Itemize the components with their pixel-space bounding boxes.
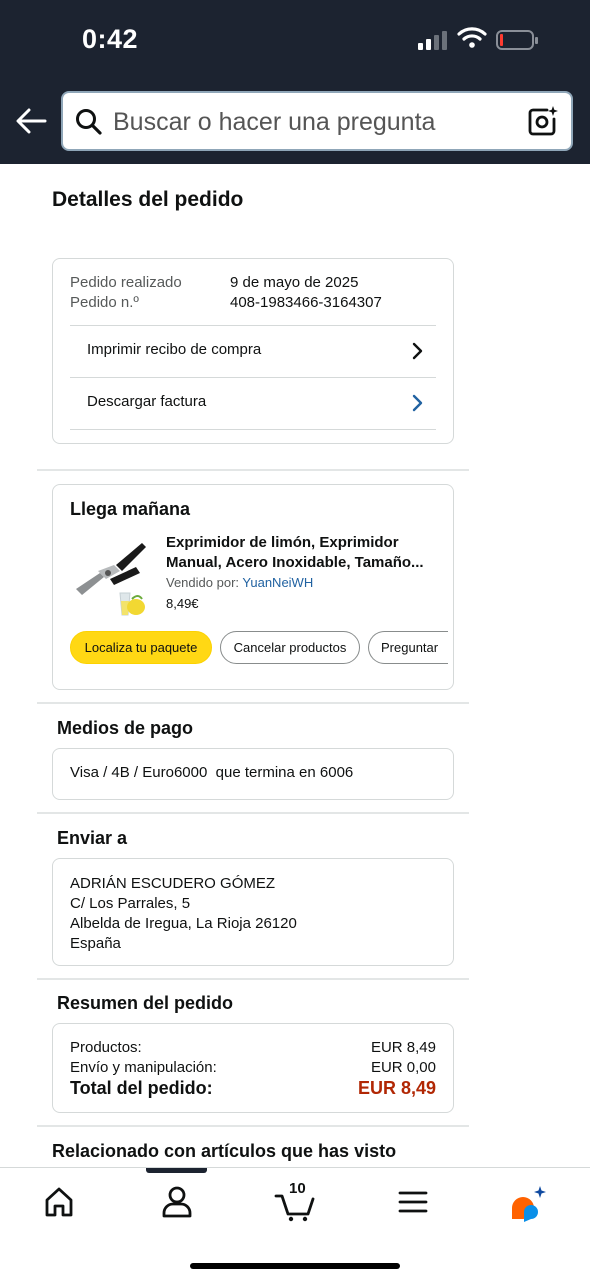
rufus-assistant-icon[interactable] (498, 1182, 558, 1222)
home-icon[interactable] (29, 1182, 89, 1222)
status-bar: 0:42 (0, 0, 590, 80)
download-invoice-label: Descargar factura (87, 393, 207, 410)
seller-link[interactable]: YuanNeiWH (242, 575, 313, 590)
search-input[interactable]: Buscar o hacer una pregunta (61, 91, 573, 151)
products-label: Productos: (70, 1039, 142, 1056)
order-details-content: Detalles del pedido Pedido realizado 9 d… (0, 164, 590, 1167)
bottom-navigation: 10 (0, 1167, 590, 1280)
products-value: EUR 8,49 (370, 1039, 436, 1056)
summary-total-row: Total del pedido: EUR 8,49 (70, 1078, 436, 1099)
cellular-signal-icon (418, 30, 450, 50)
order-number-value: 408-1983466-3164307 (230, 294, 382, 311)
recipient-name: ADRIÁN ESCUDERO GÓMEZ (70, 875, 276, 892)
download-invoice-link[interactable]: Descargar factura (70, 377, 436, 429)
summary-shipping-row: Envío y manipulación: EUR 0,00 (70, 1059, 436, 1076)
search-header: Buscar o hacer una pregunta (0, 80, 590, 164)
sold-by-label: Vendido por: (166, 575, 240, 590)
section-divider (37, 469, 469, 471)
section-divider (37, 812, 469, 814)
address-country: España (70, 935, 121, 952)
related-items-title: Relacionado con artículos que has visto (52, 1141, 397, 1161)
active-tab-indicator (146, 1168, 207, 1173)
payment-method: Visa / 4B / Euro6000 que termina en 6006 (70, 764, 354, 781)
product-image[interactable] (70, 537, 150, 617)
row-divider (70, 429, 436, 430)
product-title-line-2: Manual, Acero Inoxidable, Tamaño... (166, 554, 424, 571)
status-time: 0:42 (82, 24, 139, 54)
product-title-line-1: Exprimidor de limón, Exprimidor (166, 534, 399, 551)
cart-count-badge: 10 (289, 1180, 306, 1197)
summary-title: Resumen del pedido (57, 993, 234, 1013)
address-block: ADRIÁN ESCUDERO GÓMEZ C/ Los Parrales, 5… (70, 874, 297, 954)
shipping-cost-value: EUR 0,00 (370, 1059, 436, 1076)
shipping-title: Enviar a (57, 828, 128, 848)
payment-card: Visa / 4B / Euro6000 que termina en 6006 (52, 748, 454, 800)
print-receipt-link[interactable]: Imprimir recibo de compra (70, 325, 436, 377)
total-label: Total del pedido: (70, 1078, 213, 1098)
back-arrow-icon[interactable] (14, 104, 48, 138)
address-line-2: Albelda de Iregua, La Rioja 26120 (70, 915, 297, 932)
ask-question-button[interactable]: Preguntar (368, 631, 448, 664)
sold-by: Vendido por: YuanNeiWH (166, 575, 313, 590)
order-info-card: Pedido realizado 9 de mayo de 2025 Pedid… (52, 258, 454, 444)
print-receipt-label: Imprimir recibo de compra (87, 341, 262, 358)
product-price: 8,49€ (166, 596, 199, 611)
order-number-label: Pedido n.º (70, 294, 139, 311)
address-line-1: C/ Los Parrales, 5 (70, 895, 191, 912)
total-value: EUR 8,49 (357, 1078, 436, 1098)
page-title: Detalles del pedido (52, 188, 244, 211)
section-divider (37, 1125, 469, 1127)
summary-products-row: Productos: EUR 8,49 (70, 1039, 436, 1056)
order-placed-value: 9 de mayo de 2025 (230, 274, 359, 291)
wifi-icon (457, 27, 487, 48)
payment-title: Medios de pago (57, 718, 194, 738)
shipment-title: Llega mañana (70, 499, 191, 519)
search-placeholder: Buscar o hacer una pregunta (113, 108, 436, 136)
camera-lens-icon[interactable] (527, 105, 559, 137)
chevron-right-icon (412, 394, 423, 412)
track-package-button[interactable]: Localiza tu paquete (70, 631, 212, 664)
order-placed-label: Pedido realizado (70, 274, 182, 291)
home-indicator (190, 1263, 400, 1269)
menu-icon[interactable] (383, 1182, 443, 1222)
battery-icon (496, 30, 538, 50)
section-divider (37, 978, 469, 980)
chevron-right-icon (412, 342, 423, 360)
product-title-link[interactable]: Exprimidor de limón, Exprimidor Manual, … (166, 533, 436, 573)
cancel-items-button[interactable]: Cancelar productos (220, 631, 360, 664)
search-icon (76, 109, 102, 135)
shipping-cost-label: Envío y manipulación: (70, 1059, 217, 1076)
account-icon[interactable] (147, 1182, 207, 1222)
shipping-address-card: ADRIÁN ESCUDERO GÓMEZ C/ Los Parrales, 5… (52, 858, 454, 966)
shipment-card: Llega mañana Exprimidor de limón, Exprim… (52, 484, 454, 690)
section-divider (37, 702, 469, 704)
order-summary-card: Productos: EUR 8,49 Envío y manipulación… (52, 1023, 454, 1113)
